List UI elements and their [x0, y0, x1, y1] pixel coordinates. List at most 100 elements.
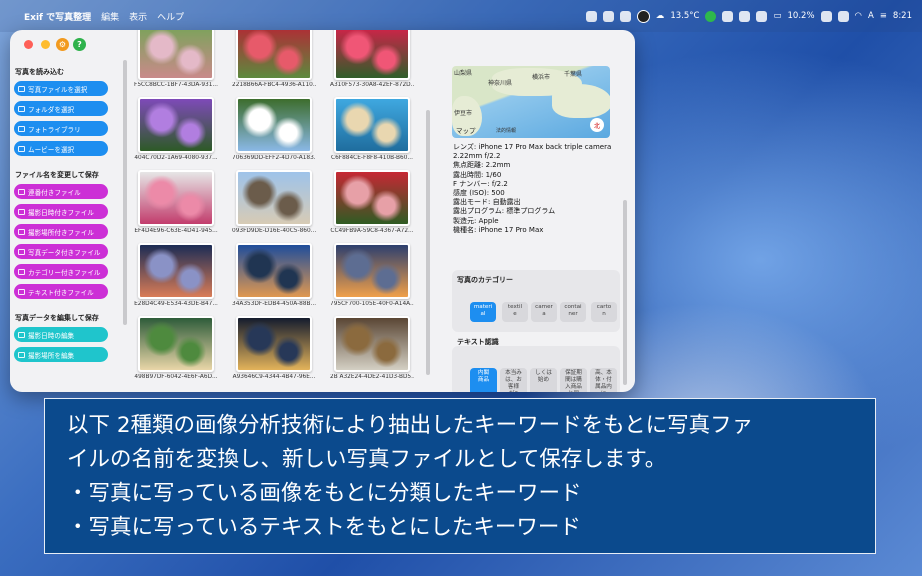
category-card-tag[interactable]: camer a: [531, 302, 557, 322]
category-card-tag[interactable]: materi al: [470, 302, 496, 322]
battery-icon[interactable]: ▭: [773, 11, 781, 21]
edit-location-button[interactable]: 撮影場所を編集: [14, 347, 108, 362]
photo-thumbnail[interactable]: [236, 316, 312, 372]
detail-scrollbar[interactable]: [623, 200, 627, 385]
status-icon-3[interactable]: [619, 10, 631, 22]
select-folder-button[interactable]: フォルダを選択: [14, 101, 108, 116]
photo-cell[interactable]: 093FD9DE-D16E-40C5-860...: [232, 170, 316, 234]
minimize-button[interactable]: [41, 40, 50, 49]
save-text-button[interactable]: テキスト付きファイル: [14, 284, 108, 299]
select-photo-button[interactable]: 写真ファイルを選択: [14, 81, 108, 96]
photo-cell[interactable]: 404C70D2-1A69-4080-937...: [134, 97, 218, 161]
photo-cell[interactable]: E28D4C49-E534-43DE-B47...: [134, 243, 218, 307]
text-card-tag[interactable]: 高、本 体・付 属品内 に: [590, 368, 617, 392]
status-icon-6[interactable]: [722, 10, 734, 22]
photo-thumbnail[interactable]: [138, 30, 214, 80]
temperature-readout[interactable]: 13.5°C: [670, 11, 699, 21]
text-card: テキスト認識 内閣 商品本当み は、お 客様 が3しくは 始め保証期 間は購 入…: [452, 332, 620, 392]
calendar-icon[interactable]: [756, 10, 768, 22]
category-card-tag[interactable]: contai ner: [560, 302, 586, 322]
photo-grid: F5CC8BCC-1BF7-43DA-931... 2218B66A-FBC4-4…: [130, 30, 430, 392]
select-movie-button[interactable]: ムービーを選択: [14, 141, 108, 156]
status-icon-2[interactable]: [602, 10, 614, 22]
status-icon-4[interactable]: [636, 9, 650, 23]
text-card-tag[interactable]: 本当み は、お 客様 が3: [500, 368, 527, 392]
edit-datetime-button[interactable]: 撮影日時の編集: [14, 327, 108, 342]
photo-cell[interactable]: C6F884CE-F8F8-410B-B60...: [330, 97, 414, 161]
wifi-icon[interactable]: ◠: [855, 11, 862, 21]
photo-cell[interactable]: 795CF700-105E-40F0-A14A...: [330, 243, 414, 307]
save-serial-button[interactable]: 連番付きファイル: [14, 184, 108, 199]
map-label: 神奈川県: [488, 80, 513, 87]
status-icon-5[interactable]: [705, 10, 717, 22]
battery-readout[interactable]: 10.2%: [788, 11, 815, 21]
photo-thumbnail[interactable]: [138, 316, 214, 372]
map-brand-label: マップ: [456, 127, 476, 135]
photo-cell[interactable]: A93646C9-4344-4B47-96E...: [232, 316, 316, 380]
photo-cell[interactable]: F5CC8BCC-1BF7-43DA-931...: [134, 30, 218, 88]
photo-cell[interactable]: CC49FB9A-59C8-4367-A72...: [330, 170, 414, 234]
menu-edit[interactable]: 編集: [101, 10, 119, 23]
photo-thumbnail[interactable]: [334, 243, 410, 299]
photo-thumbnail[interactable]: [334, 170, 410, 226]
photo-cell[interactable]: 706369DD-EFF2-4D70-A183...: [232, 97, 316, 161]
photo-thumbnail[interactable]: [138, 243, 214, 299]
category-card-tag[interactable]: carto n: [591, 302, 617, 322]
menu-help[interactable]: ヘルプ: [157, 10, 184, 23]
photo-thumbnail[interactable]: [334, 30, 410, 80]
photo-cell[interactable]: 2218B66A-FBC4-4936-A110...: [232, 30, 316, 88]
gear-icon[interactable]: ⚙: [56, 38, 69, 51]
save-category-button[interactable]: カテゴリー付きファイル: [14, 264, 108, 279]
photo-thumbnail[interactable]: [236, 243, 312, 299]
sidebar-scrollbar[interactable]: [123, 60, 127, 325]
category-card-tag[interactable]: textil e: [502, 302, 528, 322]
doc-icon: [18, 208, 25, 215]
photo-cell[interactable]: A310F573-30A8-42EF-872D...: [330, 30, 414, 88]
photo-thumbnail[interactable]: [236, 30, 312, 80]
status-icon-8[interactable]: [837, 10, 849, 22]
menu-app-name[interactable]: Exif で写真整理: [24, 10, 91, 23]
text-card-tag[interactable]: しくは 始め: [530, 368, 557, 392]
compass-icon[interactable]: 北: [590, 118, 604, 132]
grid-scrollbar[interactable]: [426, 110, 430, 375]
menu-view[interactable]: 表示: [129, 10, 147, 23]
photo-thumbnail[interactable]: [138, 170, 214, 226]
photo-caption: CC49FB9A-59C8-4367-A72...: [330, 228, 414, 234]
photo-cell[interactable]: 2B A32E24-4DE2-41D3-BD5...: [330, 316, 414, 380]
photo-thumbnail[interactable]: [236, 170, 312, 226]
photo-cell[interactable]: 34A353DF-EDB4-450A-88B...: [232, 243, 316, 307]
caption-line: 以下 2種類の画像分析技術により抽出したキーワードをもとに写真ファ: [67, 413, 754, 438]
doc-icon: [18, 248, 25, 255]
status-icon-1[interactable]: [585, 10, 597, 22]
photo-cell[interactable]: EF4D4E96-C63E-4D41-945...: [134, 170, 218, 234]
photo-thumbnail[interactable]: [334, 97, 410, 153]
menu-bar: Exif で写真整理 編集 表示 ヘルプ ☁ 13.5°C ▭ 10.2% ◠ …: [0, 0, 922, 32]
photo-cell[interactable]: 498B97DF-6042-4E6F-A6D...: [134, 316, 218, 380]
button-label: 撮影日時の編集: [28, 331, 75, 340]
clock[interactable]: 8:21: [893, 11, 912, 21]
window-controls: [24, 40, 50, 49]
photo-caption: 2218B66A-FBC4-4936-A110...: [232, 82, 316, 88]
photo-thumbnail[interactable]: [334, 316, 410, 372]
save-photodata-button[interactable]: 写真データ付きファイル: [14, 244, 108, 259]
status-icon-7[interactable]: [739, 10, 751, 22]
doc-icon: [18, 188, 25, 195]
save-datetime-button[interactable]: 撮影日時付きファイル: [14, 204, 108, 219]
close-button[interactable]: [24, 40, 33, 49]
section-load-title: 写真を読み込む: [15, 68, 64, 76]
text-card-tag[interactable]: 保証期 間は購 入商品 と同: [560, 368, 587, 392]
weather-icon[interactable]: ☁: [656, 11, 665, 21]
map-legal-link[interactable]: 法的情報: [496, 127, 516, 134]
help-icon[interactable]: ?: [73, 38, 86, 51]
photo-thumbnail[interactable]: [236, 97, 312, 153]
photo-caption: F5CC8BCC-1BF7-43DA-931...: [134, 82, 218, 88]
photo-library-button[interactable]: フォトライブラリ: [14, 121, 108, 136]
photo-thumbnail[interactable]: [138, 97, 214, 153]
trash-icon[interactable]: [820, 10, 832, 22]
text-card-tag[interactable]: 内閣 商品: [470, 368, 497, 392]
control-center-icon[interactable]: ≡: [880, 11, 887, 21]
photo-caption: 093FD9DE-D16E-40C5-860...: [232, 228, 316, 234]
save-location-button[interactable]: 撮影場所付きファイル: [14, 224, 108, 239]
input-source-icon[interactable]: A: [868, 11, 874, 21]
location-map[interactable]: 山梨県 神奈川県 横浜市 千葉県 伊豆市 マップ 法的情報 北: [452, 66, 610, 138]
